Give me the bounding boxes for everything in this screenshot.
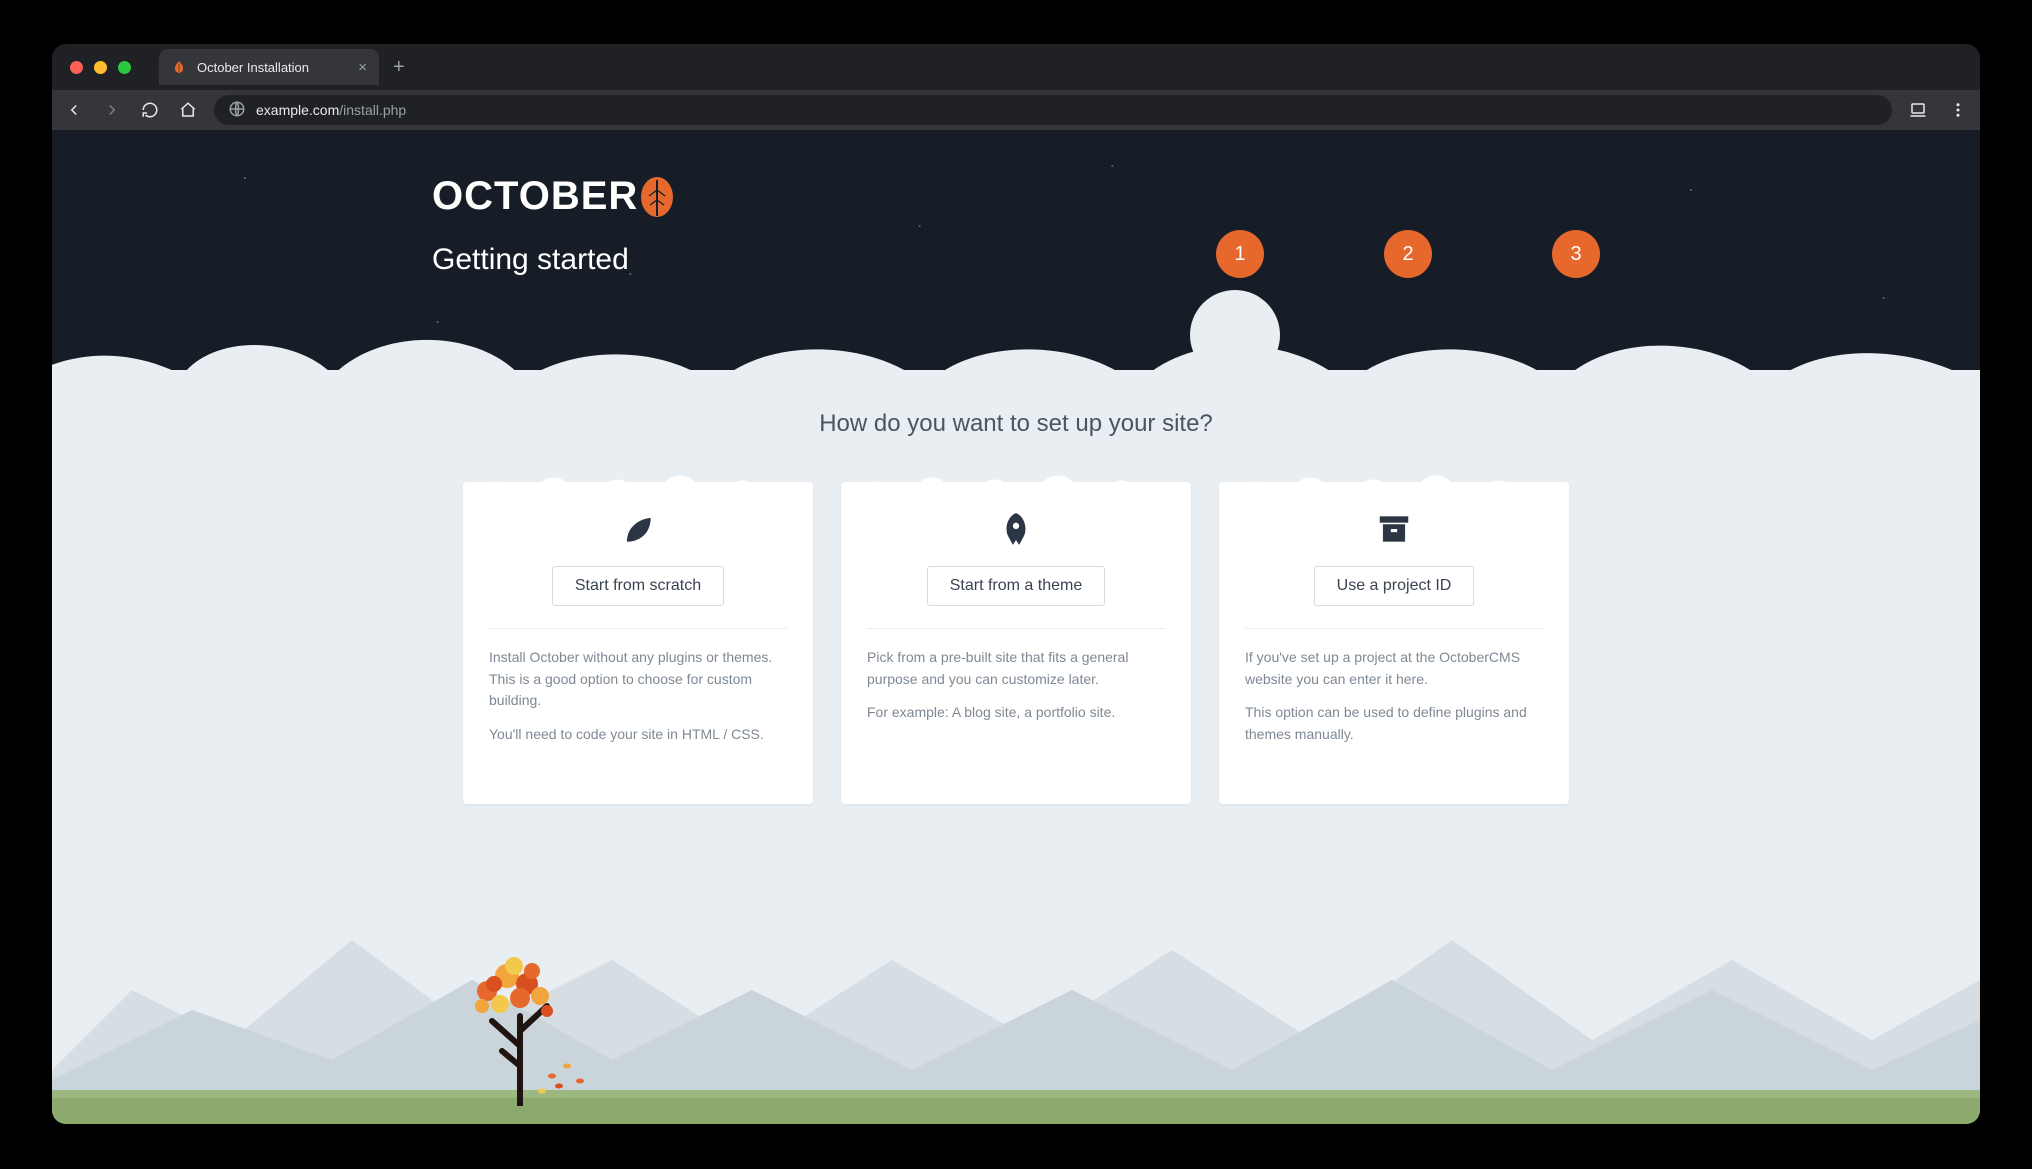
- option-cards: Start from scratch Install October witho…: [52, 482, 1980, 804]
- main-content: How do you want to set up your site? Sta…: [52, 410, 1980, 804]
- card-description: This option can be used to define plugin…: [1245, 702, 1543, 745]
- install-app-icon[interactable]: [1906, 98, 1930, 122]
- october-logo: OCTOBER: [432, 174, 674, 219]
- tab-title: October Installation: [197, 60, 309, 75]
- close-tab-button[interactable]: ×: [358, 59, 367, 76]
- home-button[interactable]: [176, 98, 200, 122]
- url-path: /install.php: [339, 102, 406, 118]
- card-description: If you've set up a project at the Octobe…: [1245, 647, 1543, 690]
- page-viewport: OCTOBER Getting started 1 2 3 How do you…: [52, 130, 1980, 1124]
- card-theme: Start from a theme Pick from a pre-built…: [841, 482, 1191, 804]
- browser-tab[interactable]: October Installation ×: [159, 49, 379, 85]
- url-text: example.com/install.php: [256, 102, 406, 118]
- divider: [867, 628, 1165, 629]
- url-host: example.com: [256, 102, 339, 118]
- step-2[interactable]: 2: [1384, 230, 1432, 278]
- card-description: You'll need to code your site in HTML / …: [489, 724, 787, 746]
- address-bar[interactable]: example.com/install.php: [214, 95, 1892, 125]
- card-description: For example: A blog site, a portfolio si…: [867, 702, 1165, 724]
- globe-icon: [228, 100, 246, 121]
- archive-icon: [1245, 510, 1543, 548]
- leaf-icon: [489, 510, 787, 548]
- new-tab-button[interactable]: +: [379, 56, 419, 79]
- browser-window: October Installation × + example.com/ins…: [52, 44, 1980, 1124]
- start-from-scratch-button[interactable]: Start from scratch: [552, 566, 724, 606]
- divider: [1245, 628, 1543, 629]
- window-controls: [64, 61, 141, 74]
- card-scratch: Start from scratch Install October witho…: [463, 482, 813, 804]
- leaf-icon: [640, 176, 674, 218]
- back-button[interactable]: [62, 98, 86, 122]
- minimize-window-button[interactable]: [94, 61, 107, 74]
- close-window-button[interactable]: [70, 61, 83, 74]
- rocket-icon: [867, 510, 1165, 548]
- grass-decoration: [52, 1094, 1980, 1124]
- page-title: Getting started: [432, 243, 674, 277]
- mountains-decoration: [52, 870, 1980, 1100]
- maximize-window-button[interactable]: [118, 61, 131, 74]
- leaf-icon: [171, 59, 187, 75]
- card-description: Pick from a pre-built site that fits a g…: [867, 647, 1165, 690]
- step-3[interactable]: 3: [1552, 230, 1600, 278]
- card-description: Install October without any plugins or t…: [489, 647, 787, 712]
- logo-text: OCTOBER: [432, 174, 638, 219]
- tree-decoration: [452, 936, 592, 1106]
- forward-button[interactable]: [100, 98, 124, 122]
- step-indicator: 1 2 3: [1216, 174, 1600, 278]
- page-header: OCTOBER Getting started 1 2 3: [52, 174, 1980, 278]
- use-project-id-button[interactable]: Use a project ID: [1314, 566, 1475, 606]
- reload-button[interactable]: [138, 98, 162, 122]
- menu-button[interactable]: [1946, 98, 1970, 122]
- card-project-id: Use a project ID If you've set up a proj…: [1219, 482, 1569, 804]
- start-from-theme-button[interactable]: Start from a theme: [927, 566, 1106, 606]
- setup-question: How do you want to set up your site?: [52, 410, 1980, 438]
- step-1[interactable]: 1: [1216, 230, 1264, 278]
- divider: [489, 628, 787, 629]
- tab-strip: October Installation × +: [52, 44, 1980, 90]
- browser-toolbar: example.com/install.php: [52, 90, 1980, 130]
